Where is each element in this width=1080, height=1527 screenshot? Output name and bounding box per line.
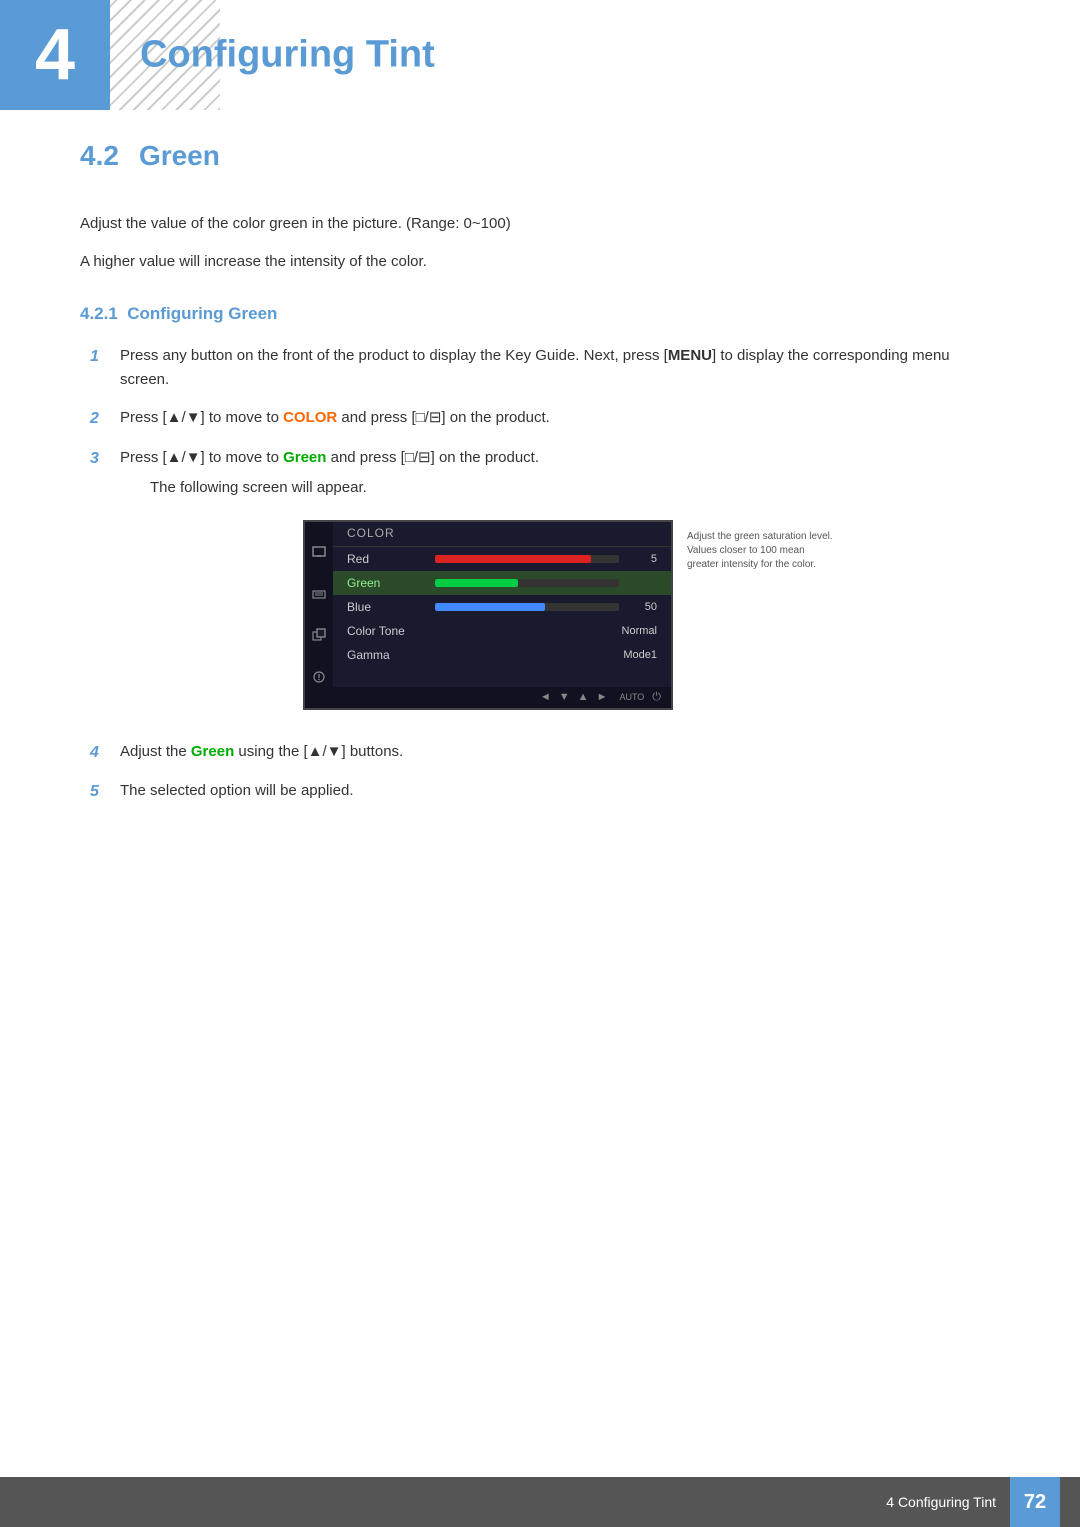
step-1-text: Press any button on the front of the pro… — [120, 344, 1000, 392]
menu-value-blue: 50 — [627, 601, 657, 613]
step-4: 4 Adjust the Green using the [▲/▼] butto… — [90, 740, 1000, 766]
page-header: 4 Configuring Tint — [0, 0, 1080, 110]
menu-value-colortone: Normal — [622, 625, 657, 637]
step-2-text: Press [▲/▼] to move to COLOR and press [… — [120, 406, 1000, 430]
menu-value-red: 5 — [627, 553, 657, 565]
menu-key: MENU — [668, 347, 712, 364]
menu-label-blue: Blue — [347, 600, 427, 614]
step-5-text: The selected option will be applied. — [120, 779, 1000, 803]
monitor-icon-1 — [311, 545, 327, 559]
step-3: 3 Press [▲/▼] to move to Green and press… — [90, 446, 1000, 500]
section-number: 4.2 — [80, 140, 119, 171]
step-3-text: Press [▲/▼] to move to Green and press [… — [120, 449, 539, 466]
green-keyword-3: Green — [283, 449, 326, 466]
nav-down-icon: ▼ — [559, 691, 570, 703]
chapter-number-box: 4 — [0, 0, 110, 110]
menu-row-green: Green — [333, 571, 671, 595]
menu-bar-red-container — [435, 555, 619, 563]
description-2: A higher value will increase the intensi… — [80, 250, 1000, 274]
subsection-number: 4.2.1 — [80, 304, 118, 323]
nav-left-icon: ◄ — [540, 691, 551, 703]
step-2: 2 Press [▲/▼] to move to COLOR and press… — [90, 406, 1000, 432]
menu-row-red: Red 5 — [333, 547, 671, 571]
footer-page-number: 72 — [1010, 1477, 1060, 1527]
menu-bar-blue-container — [435, 603, 619, 611]
menu-label-green: Green — [347, 576, 427, 590]
monitor-annotation: Adjust the green saturation level. Value… — [687, 520, 837, 572]
step-1-number: 1 — [90, 344, 120, 370]
menu-row-blue: Blue 50 — [333, 595, 671, 619]
menu-bar-blue-fill — [435, 603, 545, 611]
chapter-title: Configuring Tint — [140, 34, 435, 77]
steps-list: 1 Press any button on the front of the p… — [90, 344, 1000, 500]
step-1: 1 Press any button on the front of the p… — [90, 344, 1000, 392]
description-1: Adjust the value of the color green in t… — [80, 212, 1000, 236]
menu-label-red: Red — [347, 552, 427, 566]
main-content: 4.2 Green Adjust the value of the color g… — [0, 140, 1080, 805]
section-heading: 4.2 Green — [80, 140, 1000, 182]
monitor-content: COLOR Red 5 Green — [333, 522, 671, 708]
monitor-icon-4 — [311, 670, 327, 684]
subsection-title: Configuring Green — [127, 304, 277, 323]
menu-label-gamma: Gamma — [347, 648, 427, 662]
nav-up-icon: ▲ — [578, 691, 589, 703]
menu-row-gamma: Gamma Mode1 — [333, 643, 671, 667]
power-icon: ⏻ — [652, 691, 661, 704]
monitor-icon-3 — [311, 628, 327, 642]
monitor-screen: COLOR Red 5 Green — [303, 520, 673, 710]
step-5-number: 5 — [90, 779, 120, 805]
step-3-number: 3 — [90, 446, 120, 472]
menu-spacer — [333, 667, 671, 687]
step-4-number: 4 — [90, 740, 120, 766]
menu-value-gamma: Mode1 — [623, 649, 657, 661]
steps-list-2: 4 Adjust the Green using the [▲/▼] butto… — [90, 740, 1000, 805]
step-5: 5 The selected option will be applied. — [90, 779, 1000, 805]
chapter-number: 4 — [35, 19, 75, 91]
nav-right-icon: ► — [597, 691, 608, 703]
color-keyword: COLOR — [283, 409, 337, 426]
section-title: Green — [139, 140, 220, 171]
menu-label-colortone: Color Tone — [347, 624, 427, 638]
monitor-wrapper: COLOR Red 5 Green — [140, 520, 1000, 710]
monitor-icons — [305, 522, 333, 708]
step-2-number: 2 — [90, 406, 120, 432]
page-footer: 4 Configuring Tint 72 — [0, 1477, 1080, 1527]
footer-text: 4 Configuring Tint — [886, 1494, 996, 1510]
step-4-text: Adjust the Green using the [▲/▼] buttons… — [120, 740, 1000, 764]
subsection-heading: 4.2.1 Configuring Green — [80, 304, 1000, 324]
menu-row-colortone: Color Tone Normal — [333, 619, 671, 643]
menu-bar-green-fill — [435, 579, 518, 587]
menu-bar-green-container — [435, 579, 619, 587]
monitor-body: COLOR Red 5 Green — [305, 522, 671, 708]
auto-label: AUTO — [619, 692, 644, 702]
menu-color-header: COLOR — [333, 522, 671, 547]
monitor-icon-2 — [311, 587, 327, 601]
menu-bar-red-fill — [435, 555, 591, 563]
green-keyword-4: Green — [191, 743, 234, 760]
monitor-bottom-bar: ◄ ▼ ▲ ► AUTO ⏻ — [333, 687, 671, 708]
step-3-sub: The following screen will appear. — [150, 476, 1000, 500]
